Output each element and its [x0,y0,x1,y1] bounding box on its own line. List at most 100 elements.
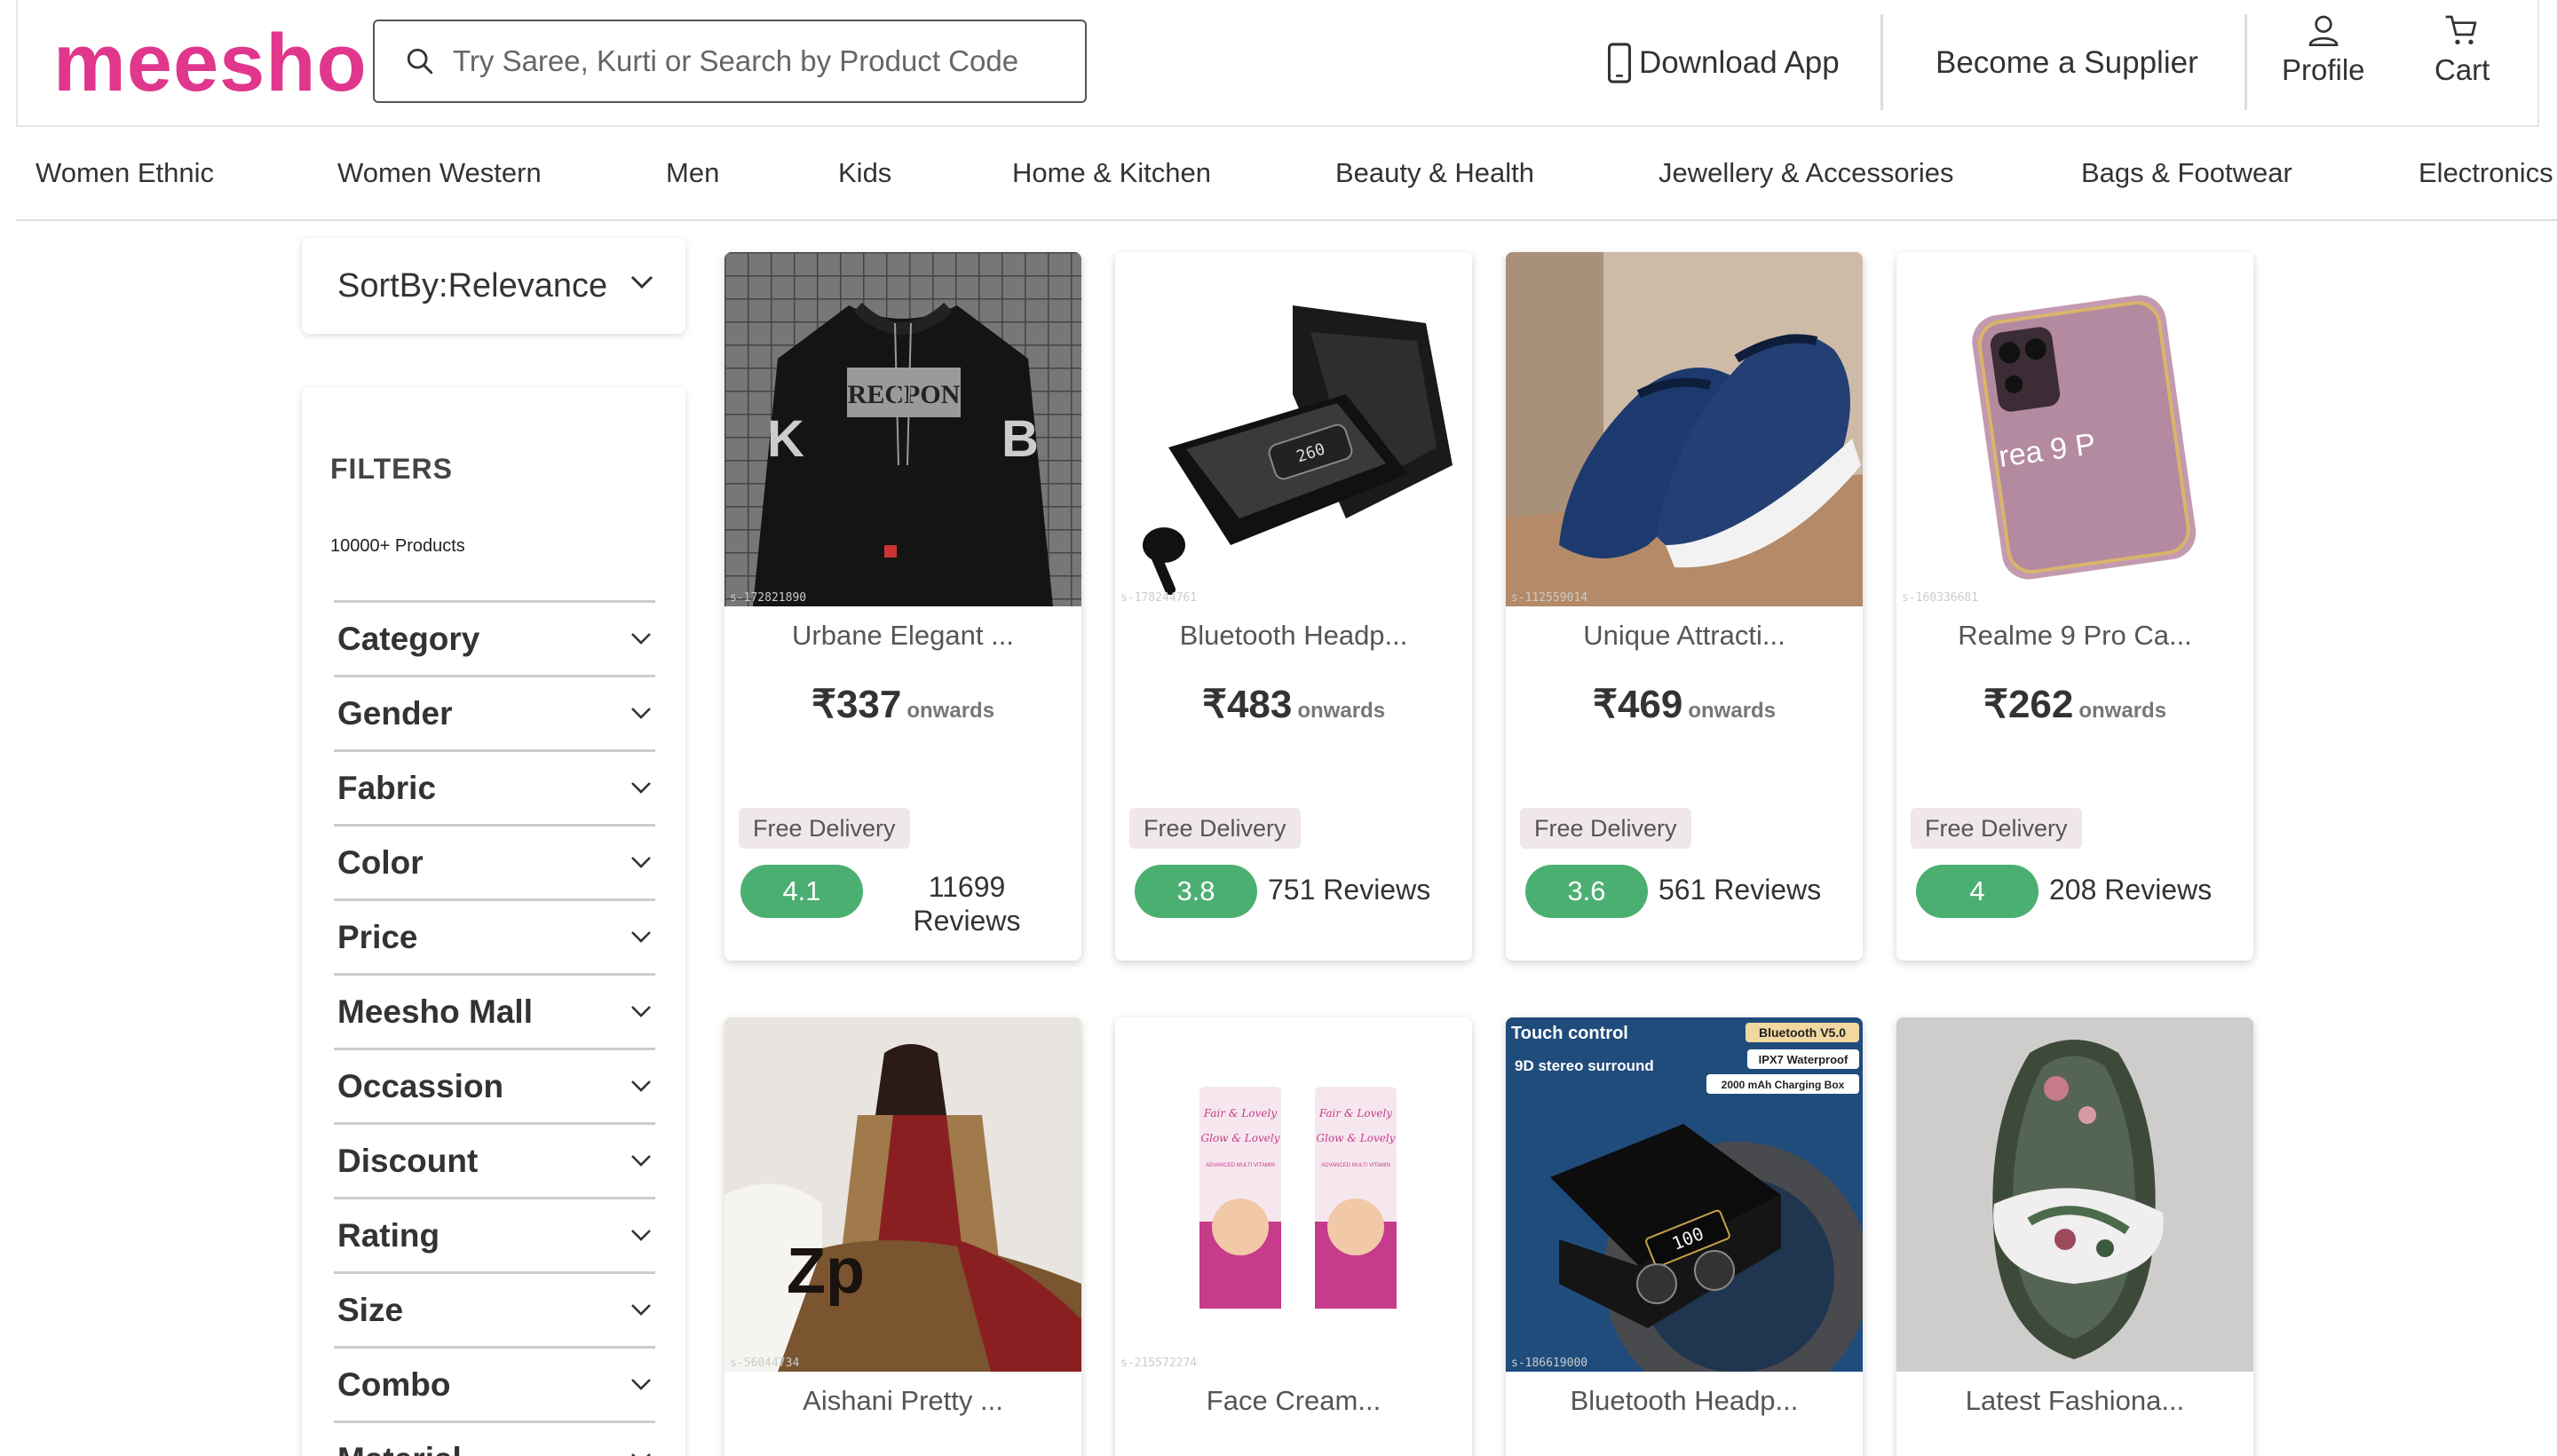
product-image-sandal[interactable]: s-46759699 [1896,1017,2253,1372]
filter-meesho-mall[interactable]: Meesho Mall [334,973,655,1048]
profile-button[interactable]: Profile [2282,12,2365,87]
nav-women-western[interactable]: Women Western [337,127,542,219]
filters-title: FILTERS [330,453,453,485]
earbuds2-ipx-text: IPX7 Waterproof [1759,1053,1848,1066]
product-card[interactable]: Fair & Lovely Glow & Lovely ADVANCED MUL… [1115,1017,1472,1456]
sort-dropdown[interactable]: SortBy:Relevance [302,238,685,334]
product-title[interactable]: Aishani Pretty ... [724,1385,1081,1417]
product-title[interactable]: Realme 9 Pro Ca... [1896,620,2253,652]
mobile-phone-icon [1607,42,1632,83]
filter-price[interactable]: Price [334,898,655,973]
chevron-down-icon [631,1080,651,1092]
nav-home-kitchen[interactable]: Home & Kitchen [1012,127,1211,219]
product-count: 10000+ Products [330,536,465,556]
filter-occassion[interactable]: Occassion [334,1048,655,1122]
product-title[interactable]: Face Cream... [1115,1385,1472,1417]
nav-bags-footwear[interactable]: Bags & Footwear [2081,127,2292,219]
chevron-down-icon [631,1304,651,1316]
product-card[interactable]: 260 s-178244761 Bluetooth Headp... ₹483 o… [1115,252,1472,961]
meesho-logo[interactable]: meesho [53,14,368,112]
earbuds2-bt-text: Bluetooth V5.0 [1759,1025,1846,1040]
product-title[interactable]: Latest Fashiona... [1896,1385,2253,1417]
product-image-shoes[interactable]: s-112559014 [1506,252,1863,606]
search-input[interactable] [453,44,1057,78]
chevron-down-icon [630,275,653,289]
filter-combo[interactable]: Combo [334,1346,655,1420]
product-image-phone-case[interactable]: rea 9 P s-160336681 [1896,252,2253,606]
nav-women-ethnic[interactable]: Women Ethnic [36,127,214,219]
filters-panel: FILTERS 10000+ Products Category Gender … [302,387,685,1456]
header-divider [2244,14,2247,110]
product-card[interactable]: RECPON K B s-172821890 Urbane Elegant ..… [724,252,1081,961]
search-box[interactable] [373,20,1087,103]
download-app-link[interactable]: Download App [1607,0,1840,125]
cream-brand: Fair & Lovely [1203,1107,1277,1120]
filter-label: Material [337,1441,462,1456]
product-price: ₹262 onwards [1896,682,2253,727]
product-title[interactable]: Urbane Elegant ... [724,620,1081,652]
chevron-down-icon [631,931,651,943]
product-title[interactable]: Unique Attracti... [1506,620,1863,652]
nav-kids[interactable]: Kids [838,127,891,219]
filter-label: Rating [337,1216,440,1254]
rating-badge: 3.8 [1135,865,1257,918]
product-price: ₹469 onwards [1506,682,1863,727]
free-delivery-badge: Free Delivery [1129,808,1301,849]
filter-label: Occassion [337,1067,504,1104]
price-amount: ₹337 [811,683,902,726]
product-card[interactable]: Touch control 9D stereo surround Bluetoo… [1506,1017,1863,1456]
filter-fabric[interactable]: Fabric [334,749,655,824]
sleeve-letter: K [767,410,804,468]
product-code: s-186619000 [1511,1357,1588,1370]
earbuds2-touch-text: Touch control [1511,1024,1628,1043]
product-image-face-cream[interactable]: Fair & Lovely Glow & Lovely ADVANCED MUL… [1115,1017,1472,1372]
product-image-earbuds-2[interactable]: Touch control 9D stereo surround Bluetoo… [1506,1017,1863,1372]
cream-line: ADVANCED MULTI VITAMIN [1321,1163,1390,1168]
nav-jewellery-accessories[interactable]: Jewellery & Accessories [1658,127,1954,219]
price-amount: ₹469 [1592,683,1683,726]
cream-line: ADVANCED MULTI VITAMIN [1206,1163,1275,1168]
product-image-earbuds[interactable]: 260 s-178244761 [1115,252,1472,606]
review-count: 751 Reviews [1268,874,1431,906]
filter-material[interactable]: Material [334,1420,655,1456]
filter-category[interactable]: Category [334,600,655,675]
nav-electronics[interactable]: Electronics [2418,127,2553,219]
product-title[interactable]: Bluetooth Headp... [1506,1385,1863,1417]
chevron-down-icon [631,782,651,794]
cart-button[interactable]: Cart [2434,12,2490,87]
product-card[interactable]: s-46759699 Latest Fashiona... [1896,1017,2253,1456]
price-onwards: onwards [2078,699,2167,723]
product-code: s-160336681 [1902,591,1979,605]
price-amount: ₹483 [1201,683,1293,726]
price-onwards: onwards [1297,699,1386,723]
nav-men[interactable]: Men [666,127,719,219]
product-code: s-215572274 [1120,1357,1198,1370]
header: meesho Download App Become a Supplier Pr… [16,0,2539,127]
nav-beauty-health[interactable]: Beauty & Health [1335,127,1534,219]
chevron-down-icon [631,1155,651,1167]
product-title[interactable]: Bluetooth Headp... [1115,620,1472,652]
filter-size[interactable]: Size [334,1271,655,1346]
chevron-down-icon [631,708,651,719]
product-image-sweatshirt[interactable]: RECPON K B s-172821890 [724,252,1081,606]
product-card[interactable]: Zp s-56044734 Aishani Pretty ... [724,1017,1081,1456]
product-image-kurta[interactable]: Zp s-56044734 [724,1017,1081,1372]
product-card[interactable]: s-112559014 Unique Attracti... ₹469 onwar… [1506,252,1863,961]
filter-color[interactable]: Color [334,824,655,898]
filter-discount[interactable]: Discount [334,1122,655,1197]
free-delivery-badge: Free Delivery [1911,808,2082,849]
product-card[interactable]: rea 9 P s-160336681 Realme 9 Pro Ca... ₹… [1896,252,2253,961]
header-divider [1880,14,1883,110]
become-supplier-link[interactable]: Become a Supplier [1936,0,2198,125]
profile-label: Profile [2282,53,2365,86]
filter-rating[interactable]: Rating [334,1197,655,1271]
product-code: s-56044734 [730,1357,800,1370]
product-price: ₹337 onwards [724,682,1081,727]
filter-gender[interactable]: Gender [334,675,655,749]
filter-label: Discount [337,1142,479,1179]
product-code: s-112559014 [1511,591,1588,605]
earbuds2-box-text: 2000 mAh Charging Box [1722,1079,1845,1091]
earbuds2-stereo-text: 9D stereo surround [1515,1057,1654,1074]
free-delivery-badge: Free Delivery [1520,808,1691,849]
filter-label: Fabric [337,769,437,806]
